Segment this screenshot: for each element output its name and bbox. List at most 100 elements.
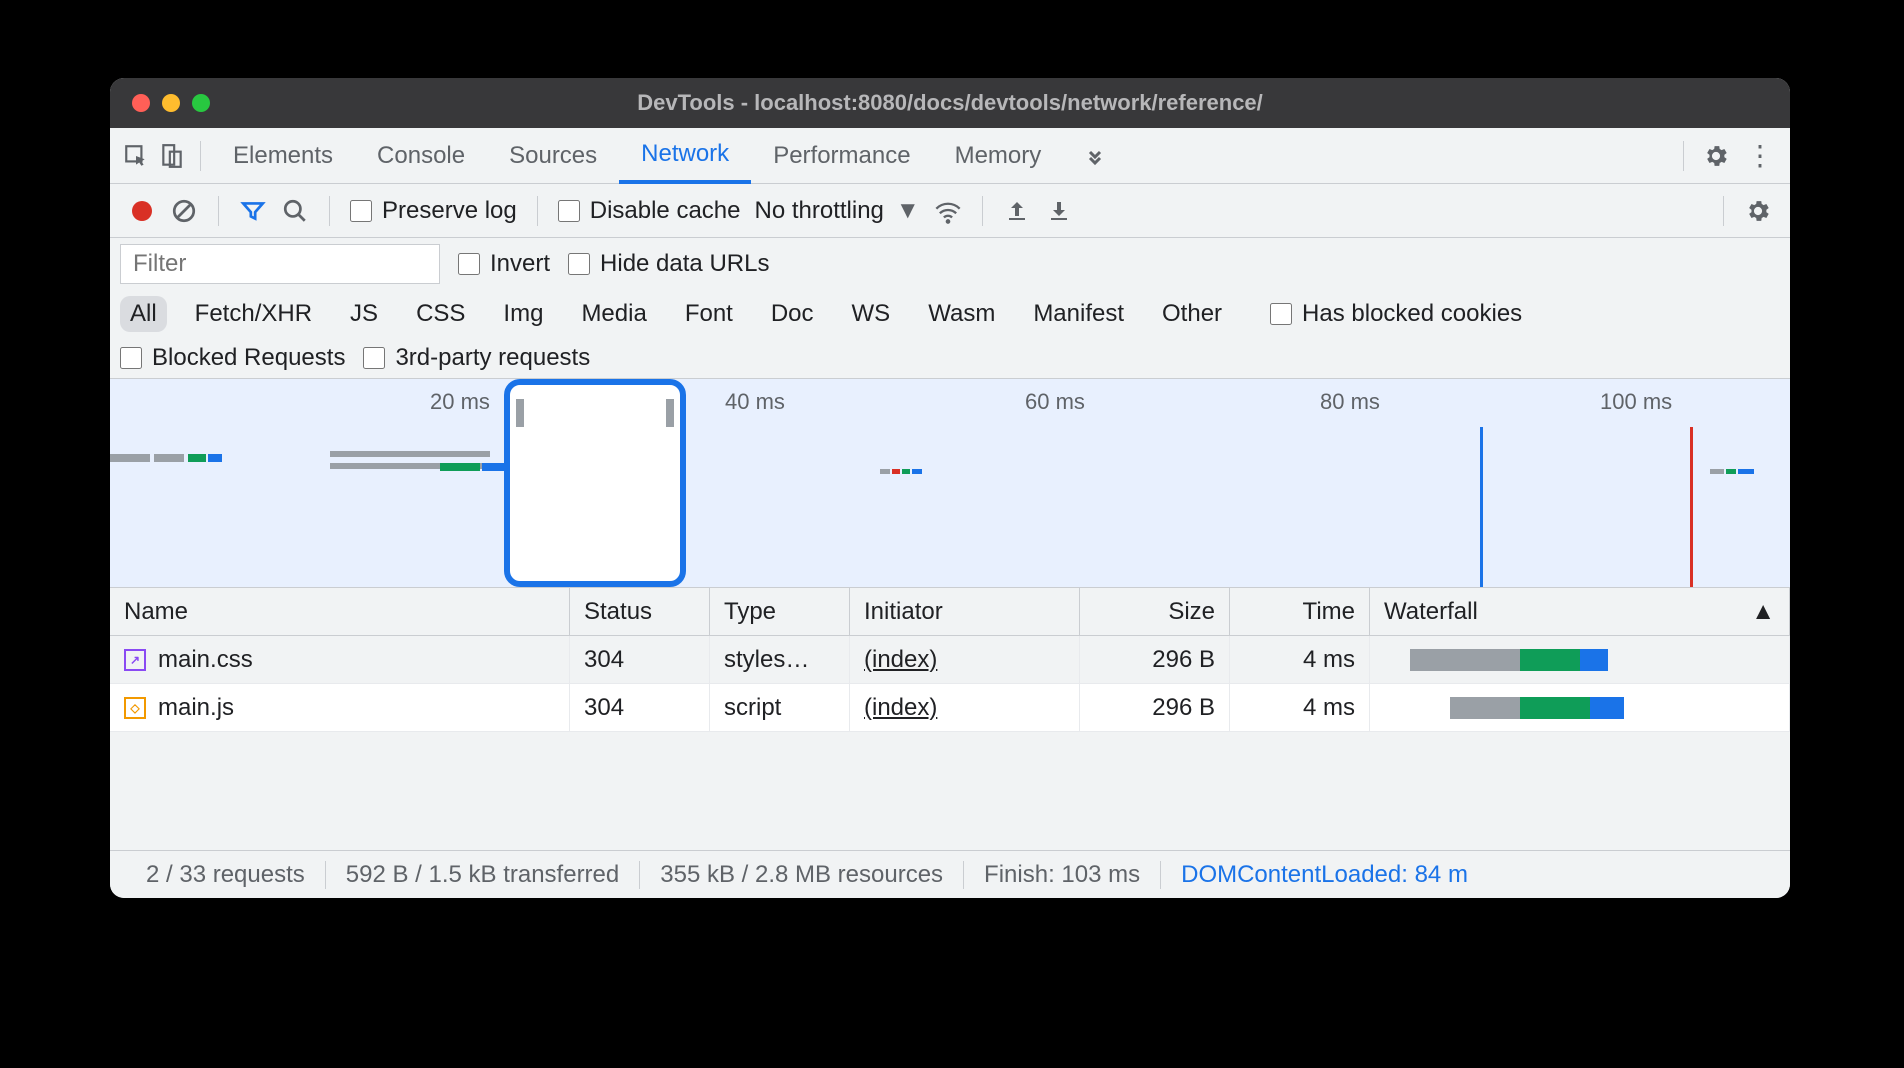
table-row[interactable]: ◇ main.js 304script(index)296 B4 ms	[110, 684, 1790, 732]
caret-down-icon: ▼	[896, 197, 920, 225]
upload-har-icon[interactable]	[1003, 197, 1031, 225]
tab-console[interactable]: Console	[355, 128, 487, 183]
filter-type-media[interactable]: Media	[571, 296, 656, 332]
tick-80ms: 80 ms	[1320, 389, 1380, 415]
panel-settings-icon[interactable]	[1744, 197, 1772, 225]
request-status: 304	[570, 636, 710, 683]
request-type: script	[710, 684, 850, 731]
filter-type-js[interactable]: JS	[340, 296, 388, 332]
throttling-label: No throttling	[754, 197, 883, 225]
col-type[interactable]: Type	[710, 588, 850, 635]
window-controls	[110, 94, 210, 112]
filter-type-other[interactable]: Other	[1152, 296, 1232, 332]
devtools-window: DevTools - localhost:8080/docs/devtools/…	[110, 78, 1790, 898]
preserve-log-label: Preserve log	[382, 197, 517, 225]
status-requests: 2 / 33 requests	[126, 861, 326, 889]
tick-100ms: 100 ms	[1600, 389, 1672, 415]
table-header: Name Status Type Initiator Size Time Wat…	[110, 588, 1790, 636]
request-initiator[interactable]: (index)	[850, 636, 1080, 683]
filter-row: Invert Hide data URLs	[110, 238, 1790, 290]
request-status: 304	[570, 684, 710, 731]
col-waterfall[interactable]: Waterfall▲	[1370, 588, 1790, 635]
filter-type-css[interactable]: CSS	[406, 296, 475, 332]
filter-input[interactable]	[120, 244, 440, 284]
sort-indicator-icon: ▲	[1751, 598, 1775, 626]
table-row[interactable]: ↗ main.css 304styles…(index)296 B4 ms	[110, 636, 1790, 684]
tab-memory[interactable]: Memory	[933, 128, 1064, 183]
tick-60ms: 60 ms	[1025, 389, 1085, 415]
type-filters: All Fetch/XHR JS CSS Img Media Font Doc WS Wasm Ma…	[110, 290, 1790, 338]
request-name: main.css	[158, 646, 253, 674]
tab-elements[interactable]: Elements	[211, 128, 355, 183]
filter-type-all[interactable]: All	[120, 296, 167, 332]
tab-performance[interactable]: Performance	[751, 128, 932, 183]
timeline-overview[interactable]: 20 ms 40 ms 60 ms 80 ms 100 ms	[110, 378, 1790, 588]
network-toolbar: Preserve log Disable cache No throttling…	[110, 184, 1790, 238]
request-waterfall	[1370, 636, 1790, 683]
devtools-tabs: ElementsConsoleSourcesNetworkPerformance…	[110, 128, 1790, 184]
tab-network[interactable]: Network	[619, 129, 751, 184]
status-bar: 2 / 33 requests 592 B / 1.5 kB transferr…	[110, 850, 1790, 898]
close-window[interactable]	[132, 94, 150, 112]
filter-type-ws[interactable]: WS	[842, 296, 901, 332]
kebab-menu-icon[interactable]: ⋮	[1738, 139, 1782, 172]
extra-filters: Blocked Requests 3rd-party requests	[110, 338, 1790, 378]
col-time[interactable]: Time	[1230, 588, 1370, 635]
disable-cache-label: Disable cache	[590, 197, 741, 225]
search-icon[interactable]	[281, 197, 309, 225]
third-party-checkbox[interactable]: 3rd-party requests	[363, 344, 590, 372]
has-blocked-cookies-checkbox[interactable]: Has blocked cookies	[1270, 300, 1522, 328]
request-name: main.js	[158, 694, 234, 722]
status-domcontentloaded: DOMContentLoaded: 84 m	[1161, 861, 1488, 889]
request-table-body: ↗ main.css 304styles…(index)296 B4 ms ◇ main…	[110, 636, 1790, 732]
load-marker	[1690, 427, 1693, 587]
filter-icon[interactable]	[239, 197, 267, 225]
tick-40ms: 40 ms	[725, 389, 785, 415]
throttling-select[interactable]: No throttling ▼	[754, 197, 919, 225]
disable-cache-checkbox[interactable]: Disable cache	[558, 197, 741, 225]
col-name[interactable]: Name	[110, 588, 570, 635]
minimize-window[interactable]	[162, 94, 180, 112]
device-toggle-icon[interactable]	[154, 138, 190, 174]
hide-data-urls-checkbox[interactable]: Hide data URLs	[568, 250, 769, 278]
file-js-icon: ◇	[124, 697, 146, 719]
record-button[interactable]	[128, 197, 156, 225]
file-css-icon: ↗	[124, 649, 146, 671]
filter-type-wasm[interactable]: Wasm	[918, 296, 1005, 332]
request-time: 4 ms	[1230, 636, 1370, 683]
zoom-window[interactable]	[192, 94, 210, 112]
blocked-requests-checkbox[interactable]: Blocked Requests	[120, 344, 345, 372]
domcontentloaded-marker	[1480, 427, 1483, 587]
request-waterfall	[1370, 684, 1790, 731]
request-type: styles…	[710, 636, 850, 683]
tab-sources[interactable]: Sources	[487, 128, 619, 183]
filter-type-doc[interactable]: Doc	[761, 296, 824, 332]
network-conditions-icon[interactable]	[934, 197, 962, 225]
col-initiator[interactable]: Initiator	[850, 588, 1080, 635]
filter-type-fetchxhr[interactable]: Fetch/XHR	[185, 296, 322, 332]
filter-type-manifest[interactable]: Manifest	[1023, 296, 1134, 332]
timeline-selection[interactable]	[504, 379, 686, 587]
request-time: 4 ms	[1230, 684, 1370, 731]
filter-type-img[interactable]: Img	[493, 296, 553, 332]
preserve-log-checkbox[interactable]: Preserve log	[350, 197, 517, 225]
selection-handle-left[interactable]	[516, 399, 524, 427]
window-title: DevTools - localhost:8080/docs/devtools/…	[110, 90, 1790, 116]
more-tabs-icon[interactable]	[1077, 138, 1113, 174]
tick-20ms: 20 ms	[430, 389, 490, 415]
clear-icon[interactable]	[170, 197, 198, 225]
invert-checkbox[interactable]: Invert	[458, 250, 550, 278]
download-har-icon[interactable]	[1045, 197, 1073, 225]
request-size: 296 B	[1080, 684, 1230, 731]
status-resources: 355 kB / 2.8 MB resources	[640, 861, 964, 889]
selection-handle-right[interactable]	[666, 399, 674, 427]
request-size: 296 B	[1080, 636, 1230, 683]
col-status[interactable]: Status	[570, 588, 710, 635]
request-initiator[interactable]: (index)	[850, 684, 1080, 731]
col-size[interactable]: Size	[1080, 588, 1230, 635]
settings-icon[interactable]	[1694, 142, 1738, 170]
filter-type-font[interactable]: Font	[675, 296, 743, 332]
status-transferred: 592 B / 1.5 kB transferred	[326, 861, 640, 889]
inspect-icon[interactable]	[118, 138, 154, 174]
status-finish: Finish: 103 ms	[964, 861, 1161, 889]
